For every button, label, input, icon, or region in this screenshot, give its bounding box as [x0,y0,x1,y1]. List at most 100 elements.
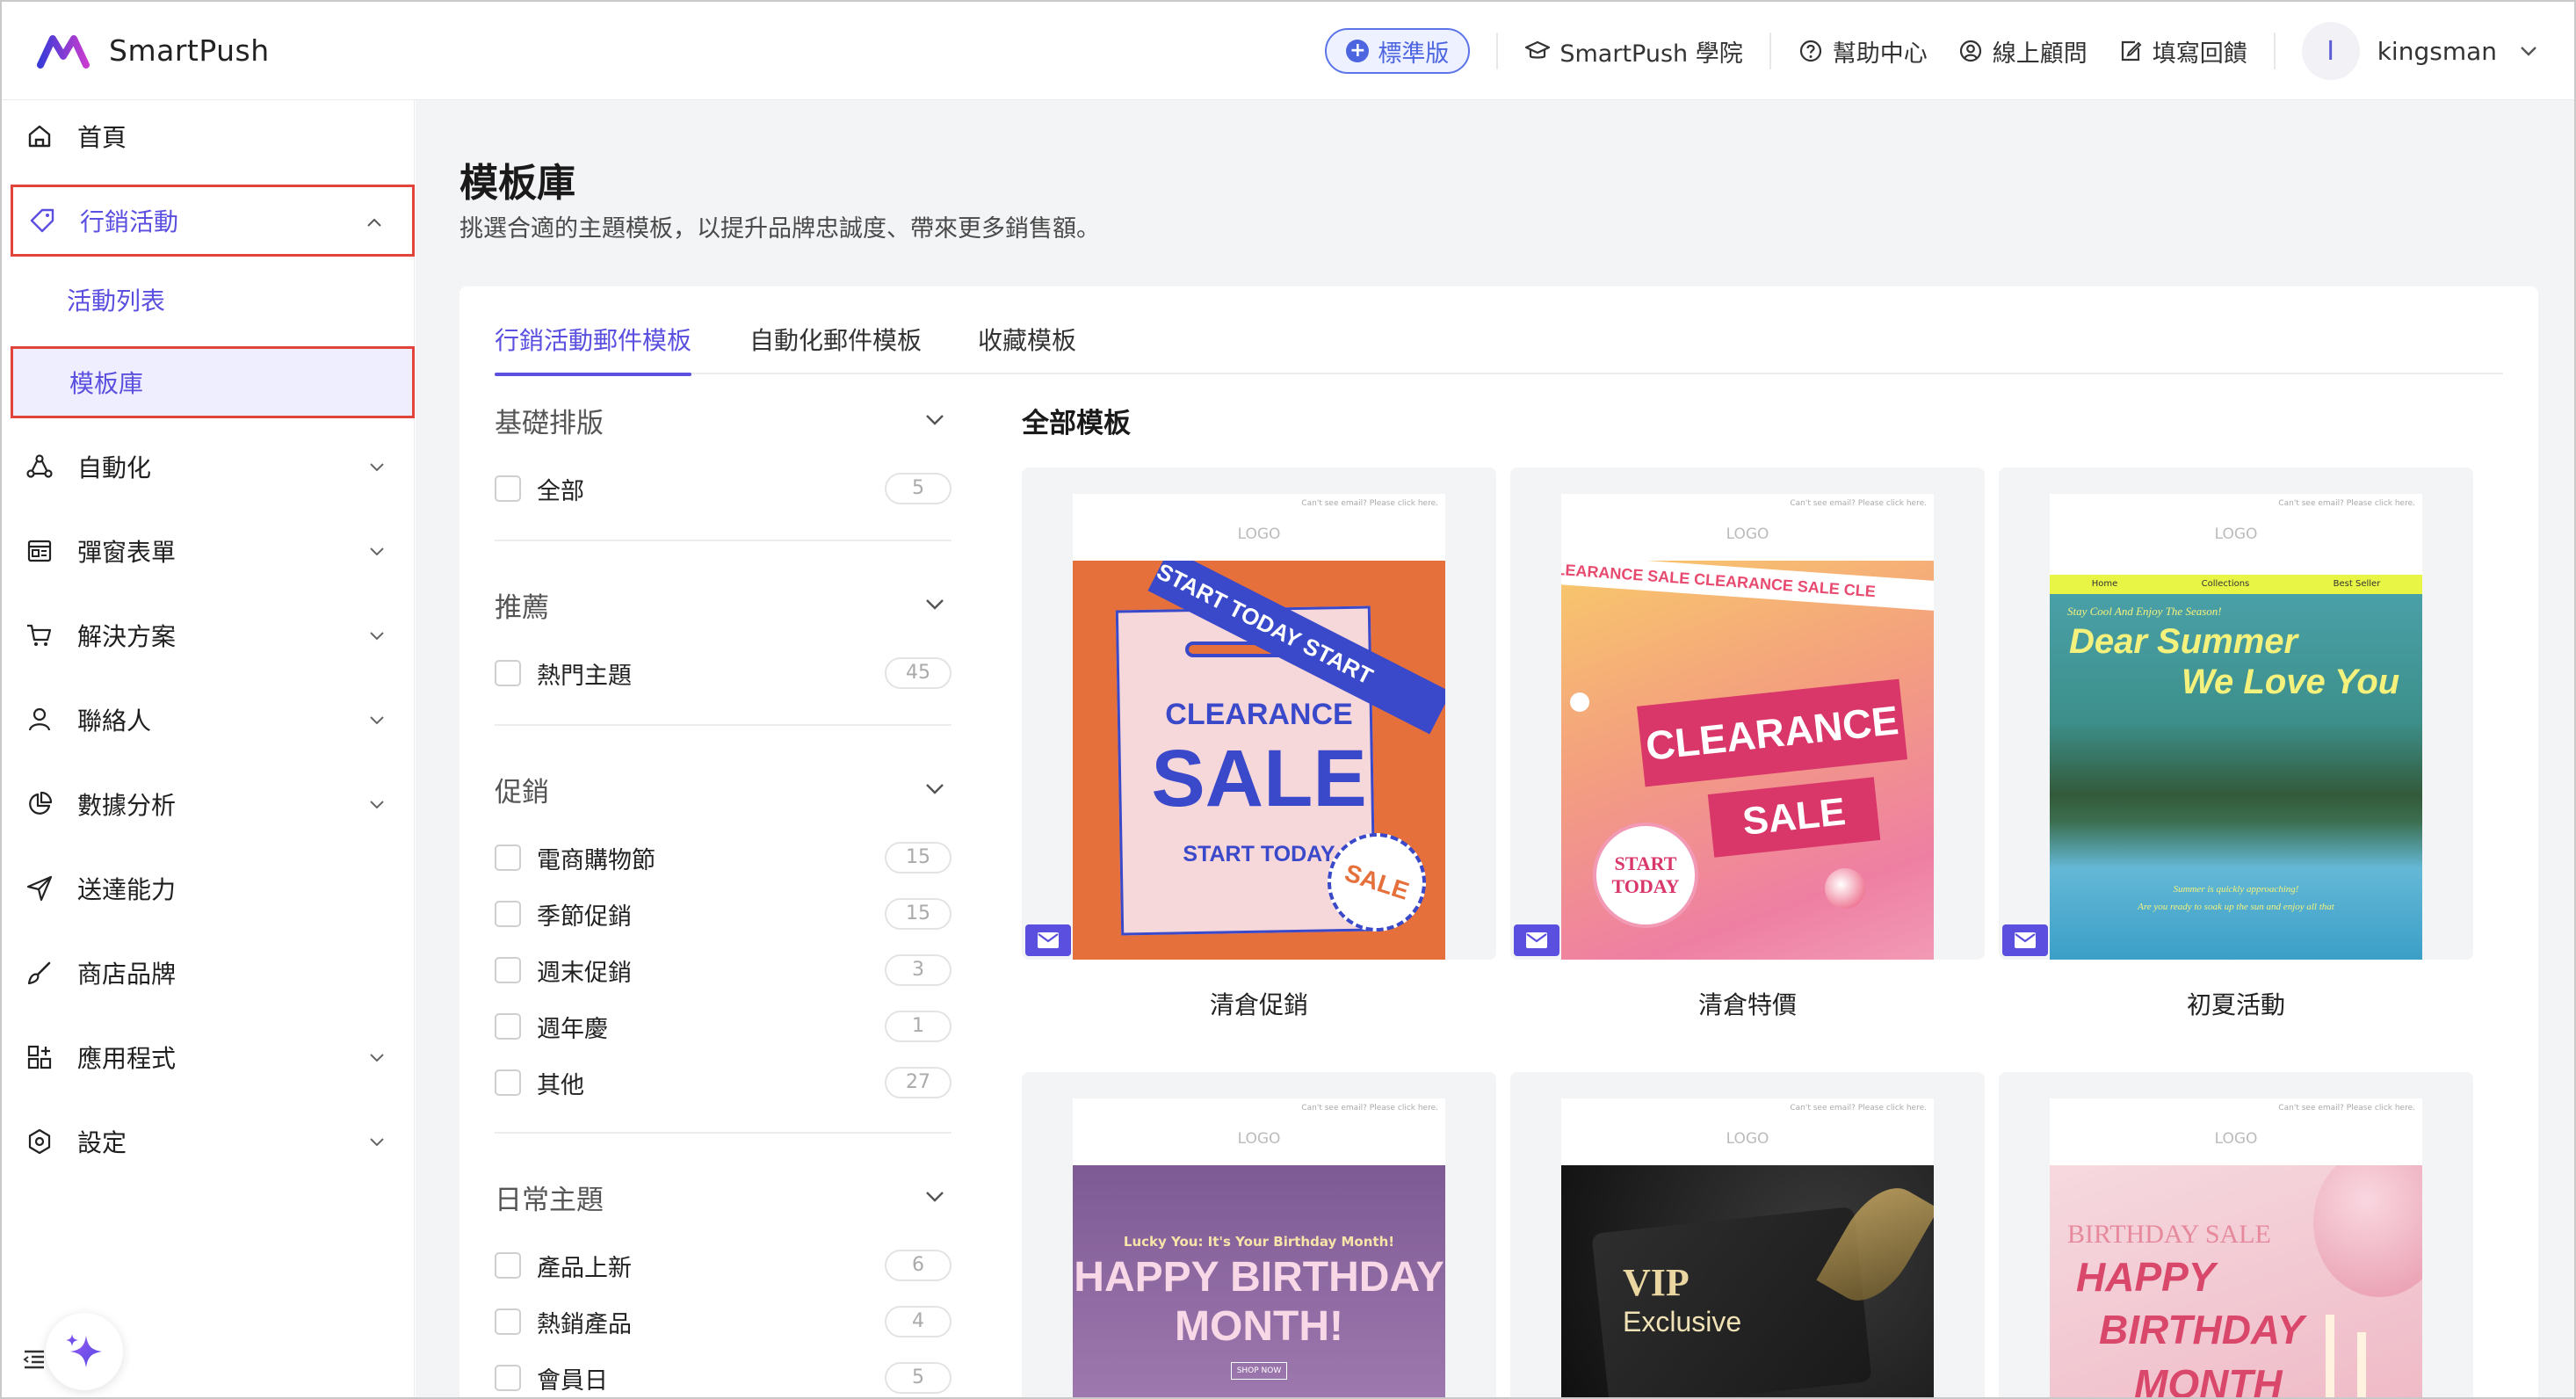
template-name[interactable]: 清倉促銷 [1022,986,1496,1021]
chevron-down-icon[interactable] [922,775,948,801]
pie-chart-icon [25,789,54,819]
collapse-menu-icon[interactable] [21,1346,47,1373]
consultant-label: 線上顧問 [1992,40,2088,68]
chevron-down-icon [370,716,384,725]
checkbox[interactable] [495,901,521,927]
filter-option-label: 全部 [537,477,584,505]
page-title: 模板庫 [459,161,575,206]
academy-link[interactable]: SmartPush 學院 [1524,34,1743,69]
filter-option[interactable]: 產品上新 6 [495,1248,952,1283]
template-name[interactable]: 清倉特價 [1510,986,1985,1021]
brand[interactable]: SmartPush [37,33,270,69]
sidebar-item-settings[interactable]: 設定 [11,1105,415,1178]
filter-option[interactable]: 熱銷產品 4 [495,1304,952,1339]
brand-name: SmartPush [109,33,270,68]
checkbox[interactable] [495,660,521,686]
checkbox[interactable] [495,1365,521,1391]
filter-option-label: 熱銷產品 [537,1310,632,1338]
chevron-down-icon[interactable] [922,1183,948,1209]
sidebar-item-solutions[interactable]: 解決方案 [11,599,415,671]
consultant-link[interactable]: 線上顧問 [1957,34,2088,69]
sidebar-item-home[interactable]: 首頁 [11,100,415,172]
art-nav-bar: Home Collections Best Seller [2050,575,2422,594]
template-artwork: VIP Exclusive [1561,1165,1934,1397]
template-preview: Can't see email? Please click here. LOGO… [1073,1098,1445,1397]
sidebar-subitem-template-library[interactable]: 模板庫 [11,346,415,418]
ai-assistant-button[interactable] [46,1313,123,1390]
checkbox[interactable] [495,1013,521,1040]
filter-option[interactable]: 週年慶 1 [495,1009,952,1044]
email-icon [1025,924,1071,956]
sidebar-subitem-campaign-list[interactable]: 活動列表 [11,264,415,336]
chevron-down-icon[interactable] [922,591,948,617]
art-title: SALE [1151,734,1367,823]
user-circle-icon [1959,40,1981,62]
checkbox[interactable] [495,1252,521,1279]
filter-option[interactable]: 週末促銷 3 [495,953,952,988]
sidebar-item-automation[interactable]: 自動化 [11,431,415,503]
tab-favorite-templates[interactable]: 收藏模板 [978,322,1076,374]
help-center-label: 幫助中心 [1832,40,1928,68]
preview-logo-text: LOGO [1237,1130,1281,1148]
checkbox[interactable] [495,1069,521,1096]
template-card-birthday-purple[interactable]: Can't see email? Please click here. LOGO… [1022,1072,1496,1397]
checkbox[interactable] [495,1308,521,1335]
template-name[interactable]: 初夏活動 [1999,986,2473,1021]
tab-marketing-templates[interactable]: 行銷活動郵件模板 [495,322,692,376]
art-headline: CLEARANCE [1165,698,1353,731]
filter-option-label: 週年慶 [537,1015,608,1043]
home-icon [25,121,54,151]
checkbox[interactable] [495,957,521,983]
settings-hexagon-icon [25,1127,54,1156]
template-card-birthday-pink[interactable]: Can't see email? Please click here. LOGO… [1999,1072,2473,1397]
checkbox[interactable] [495,844,521,871]
preview-logo-text: LOGO [2214,526,2258,543]
template-card-vip-exclusive[interactable]: Can't see email? Please click here. LOGO… [1510,1072,1985,1397]
chevron-down-icon [370,547,384,556]
filter-option[interactable]: 會員日 5 [495,1360,952,1395]
sidebar-item-store-brand[interactable]: 商店品牌 [11,937,415,1009]
sidebar-item-deliverability[interactable]: 送達能力 [11,852,415,924]
sidebar-item-label: 設定 [77,1128,127,1157]
avatar[interactable]: I [2301,22,2360,80]
help-center-link[interactable]: 幫助中心 [1798,34,1928,69]
smartpush-logo-icon [37,34,90,69]
header-divider [2273,33,2276,69]
sidebar-item-contacts[interactable]: 聯絡人 [11,684,415,756]
tag-icon [27,206,57,236]
plan-badge[interactable]: + 標準版 [1325,28,1471,74]
filter-count-badge: 45 [885,657,952,689]
checkbox[interactable] [495,475,521,502]
plan-label: 標準版 [1378,40,1450,68]
art-headline: HAPPY BIRTHDAY [1074,1254,1444,1301]
preview-header-text: Can't see email? Please click here. [1790,1104,1927,1113]
sidebar-item-label: 彈窗表單 [77,538,177,567]
feedback-link[interactable]: 填寫回饋 [2117,34,2247,69]
username[interactable]: kingsman [2377,37,2497,66]
sidebar-item-marketing[interactable]: 行銷活動 [11,185,415,257]
tab-automation-templates[interactable]: 自動化郵件模板 [749,322,922,374]
sidebar-item-apps[interactable]: 應用程式 [11,1021,415,1093]
filter-option[interactable]: 全部 5 [495,471,952,506]
sidebar-item-analytics[interactable]: 數據分析 [11,768,415,840]
filter-option[interactable]: 其他 27 [495,1065,952,1100]
filter-count-badge: 3 [885,954,952,986]
chevron-down-icon[interactable] [2518,40,2539,62]
chevron-down-icon [370,1054,384,1062]
art-tagline: Stay Cool And Enjoy The Season! [2067,605,2222,618]
sidebar-subitem-label: 模板庫 [69,369,144,398]
filter-option[interactable]: 季節促銷 15 [495,896,952,931]
sidebar-item-label: 首頁 [77,123,127,152]
chevron-down-icon [370,632,384,641]
art-title: SALE [1707,777,1881,858]
art-caption: BIRTHDAY SALE [2067,1220,2271,1249]
filter-option[interactable]: 熱門主題 45 [495,656,952,691]
filter-option[interactable]: 電商購物節 15 [495,840,952,875]
template-card-early-summer[interactable]: Can't see email? Please click here. LOGO… [1999,468,2473,960]
template-card-clearance-special[interactable]: Can't see email? Please click here. LOGO… [1510,468,1985,960]
sidebar-item-popup-forms[interactable]: 彈窗表單 [11,515,415,587]
chevron-down-icon[interactable] [922,406,948,432]
preview-header-text: Can't see email? Please click here. [1790,499,1927,508]
filter-divider [495,540,952,541]
template-card-clearance-promo[interactable]: Can't see email? Please click here. LOGO… [1022,468,1496,960]
